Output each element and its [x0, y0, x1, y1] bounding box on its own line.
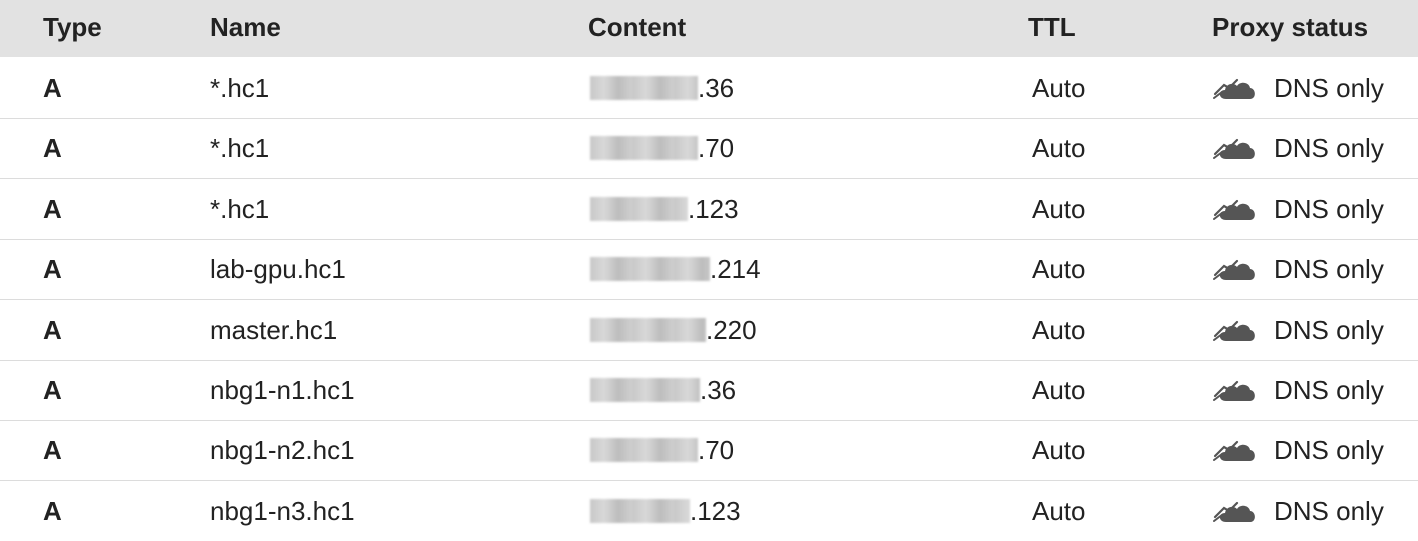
proxy-status-label: DNS only	[1274, 495, 1384, 526]
proxy-status-label: DNS only	[1274, 73, 1384, 103]
proxy-status-label: DNS only	[1274, 133, 1384, 164]
record-ttl: Auto	[1032, 435, 1086, 466]
record-content: .214	[590, 256, 761, 282]
redacted-ip-prefix	[590, 196, 688, 221]
redacted-ip-prefix	[590, 136, 698, 161]
cloud-dns-only-icon	[1213, 380, 1255, 401]
record-ttl: Auto	[1032, 314, 1086, 345]
cloud-dns-only-icon	[1213, 501, 1255, 522]
column-header-ttl[interactable]: TTL	[1028, 14, 1076, 40]
cloud-dns-only-icon	[1213, 78, 1255, 99]
record-proxy-status[interactable]: DNS only	[1212, 196, 1384, 222]
record-proxy-status[interactable]: DNS only	[1212, 498, 1384, 524]
record-name: nbg1-n1.hc1	[210, 375, 355, 405]
column-header-proxy-status[interactable]: Proxy status	[1212, 14, 1368, 40]
record-ttl: Auto	[1032, 495, 1086, 526]
record-type: A	[43, 314, 62, 345]
record-name: *.hc1	[210, 193, 270, 224]
table-row[interactable]: Anbg1-n2.hc1 .70 Auto DNS only	[0, 420, 1418, 482]
record-content-suffix: .36	[698, 73, 735, 103]
table-row[interactable]: A *.hc1 .70 Auto DNS only	[0, 118, 1418, 180]
record-content-suffix: .70	[698, 133, 735, 164]
redacted-ip-prefix	[590, 378, 700, 402]
record-content: .36	[590, 377, 736, 403]
table-row[interactable]: Anbg1-n3.hc1 .123 Auto DNS only	[0, 481, 1418, 541]
table-row[interactable]: Anbg1-n1.hc1 .36 Auto DNS only	[0, 360, 1418, 421]
table-header: Type Name Content TTL Proxy status	[0, 0, 1418, 57]
record-ttl: Auto	[1032, 193, 1086, 224]
record-proxy-status[interactable]: DNS only	[1212, 377, 1384, 403]
column-header-type[interactable]: Type	[43, 14, 102, 40]
cloud-dns-only-icon	[1213, 320, 1255, 341]
record-content: .123	[590, 196, 739, 222]
record-ttl: Auto	[1032, 254, 1086, 285]
record-ttl: Auto	[1032, 133, 1086, 164]
record-content-suffix: .70	[698, 435, 735, 466]
proxy-status-label: DNS only	[1274, 193, 1384, 224]
column-header-content[interactable]: Content	[588, 14, 686, 40]
redacted-ip-prefix	[590, 317, 706, 342]
record-type: A	[43, 73, 62, 103]
record-type: A	[43, 375, 62, 405]
record-type: A	[43, 133, 62, 164]
record-content-suffix: .123	[688, 193, 739, 224]
record-content: .70	[590, 135, 734, 161]
cloud-dns-only-icon	[1213, 199, 1255, 220]
record-content-suffix: .220	[706, 314, 757, 345]
proxy-status-label: DNS only	[1274, 375, 1384, 405]
record-name: nbg1-n2.hc1	[210, 435, 355, 466]
redacted-ip-prefix	[590, 257, 710, 282]
table-row[interactable]: Alab-gpu.hc1 .214 Auto DNS only	[0, 239, 1418, 301]
record-name: *.hc1	[210, 133, 270, 164]
record-ttl: Auto	[1032, 375, 1086, 405]
record-proxy-status[interactable]: DNS only	[1212, 256, 1384, 282]
record-proxy-status[interactable]: DNS only	[1212, 437, 1384, 463]
record-ttl: Auto	[1032, 73, 1086, 103]
cloud-dns-only-icon	[1213, 441, 1255, 462]
proxy-status-label: DNS only	[1274, 254, 1384, 285]
dns-records-table: Type Name Content TTL Proxy status A *.hc…	[0, 0, 1418, 541]
record-content: .36	[590, 75, 734, 101]
record-content: .70	[590, 437, 734, 463]
record-type: A	[43, 495, 62, 526]
record-content: .123	[590, 498, 741, 524]
record-proxy-status[interactable]: DNS only	[1212, 75, 1384, 101]
proxy-status-label: DNS only	[1274, 435, 1384, 466]
record-name: *.hc1	[210, 73, 270, 103]
record-name: master.hc1	[210, 314, 338, 345]
record-type: A	[43, 254, 62, 285]
record-content-suffix: .214	[710, 254, 761, 285]
record-content: .220	[590, 317, 757, 343]
record-content-suffix: .123	[690, 495, 741, 526]
record-proxy-status[interactable]: DNS only	[1212, 317, 1384, 343]
redacted-ip-prefix	[590, 498, 690, 523]
record-name: lab-gpu.hc1	[210, 254, 346, 285]
proxy-status-label: DNS only	[1274, 314, 1384, 345]
column-header-name[interactable]: Name	[210, 14, 281, 40]
table-row[interactable]: Amaster.hc1 .220 Auto DNS only	[0, 300, 1418, 361]
redacted-ip-prefix	[590, 76, 698, 100]
cloud-dns-only-icon	[1213, 260, 1255, 281]
record-type: A	[43, 435, 62, 466]
record-name: nbg1-n3.hc1	[210, 495, 355, 526]
table-row[interactable]: A *.hc1 .36 Auto DNS only	[0, 58, 1418, 119]
redacted-ip-prefix	[590, 438, 698, 463]
record-type: A	[43, 193, 62, 224]
cloud-dns-only-icon	[1213, 139, 1255, 160]
table-row[interactable]: A *.hc1 .123 Auto DNS only	[0, 179, 1418, 240]
record-content-suffix: .36	[700, 375, 737, 405]
record-proxy-status[interactable]: DNS only	[1212, 135, 1384, 161]
